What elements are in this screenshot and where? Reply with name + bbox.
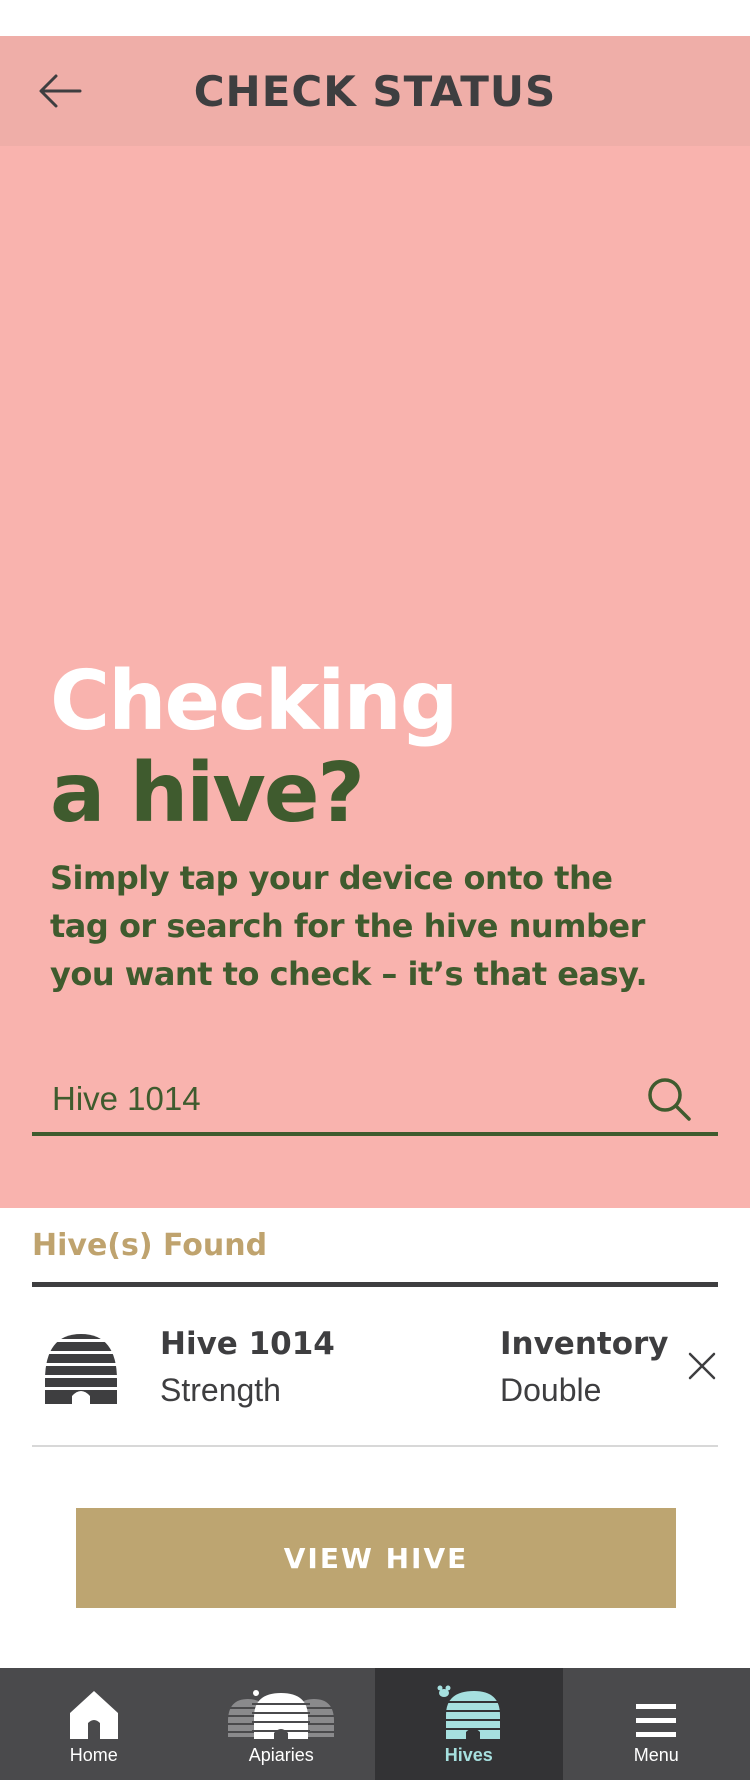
- search-bar: [32, 1066, 718, 1136]
- tab-menu-label: Menu: [633, 1745, 679, 1765]
- close-icon[interactable]: [686, 1350, 718, 1382]
- tab-hives-label: Hives: [444, 1745, 493, 1765]
- bottom-tab-bar: Home Apiaries Hives Menu: [0, 1668, 750, 1780]
- results-heading: Hive(s) Found: [32, 1228, 268, 1263]
- view-hive-button[interactable]: VIEW HIVE: [76, 1508, 676, 1608]
- inventory-value: Double: [500, 1372, 602, 1408]
- list-item[interactable]: Hive 1014 Strength Inventory Double: [32, 1290, 718, 1447]
- top-bar: CHECK STATUS: [0, 36, 750, 146]
- search-icon[interactable]: [646, 1076, 692, 1122]
- hero-title-line2: a hive?: [50, 746, 365, 841]
- tab-menu[interactable]: Menu: [563, 1668, 750, 1780]
- hero-description: Simply tap your device onto the tag or s…: [50, 859, 648, 993]
- hero-title: Checking a hive?: [50, 654, 458, 841]
- tab-apiaries[interactable]: Apiaries: [188, 1668, 376, 1780]
- hive-strength-label: Strength: [160, 1372, 281, 1408]
- hive-icon: [437, 1685, 502, 1739]
- tab-home-label: Home: [69, 1745, 118, 1765]
- tab-hives[interactable]: Hives: [375, 1668, 563, 1780]
- apiaries-icon: [226, 1690, 337, 1739]
- beehive-icon: [45, 1334, 117, 1406]
- tab-apiaries-label: Apiaries: [248, 1745, 314, 1765]
- inventory-label: Inventory: [500, 1326, 669, 1362]
- results-divider: [32, 1282, 718, 1287]
- page-title: CHECK STATUS: [193, 66, 557, 116]
- hamburger-menu-icon: [636, 1704, 677, 1737]
- tab-home[interactable]: Home: [0, 1668, 188, 1780]
- home-icon: [69, 1691, 118, 1739]
- hero-section: Checking a hive? Simply tap your device …: [0, 146, 750, 1208]
- search-input[interactable]: [32, 1080, 646, 1118]
- hero-title-line1: Checking: [50, 654, 458, 749]
- hive-name: Hive 1014: [160, 1326, 335, 1362]
- back-arrow-icon[interactable]: [36, 71, 84, 111]
